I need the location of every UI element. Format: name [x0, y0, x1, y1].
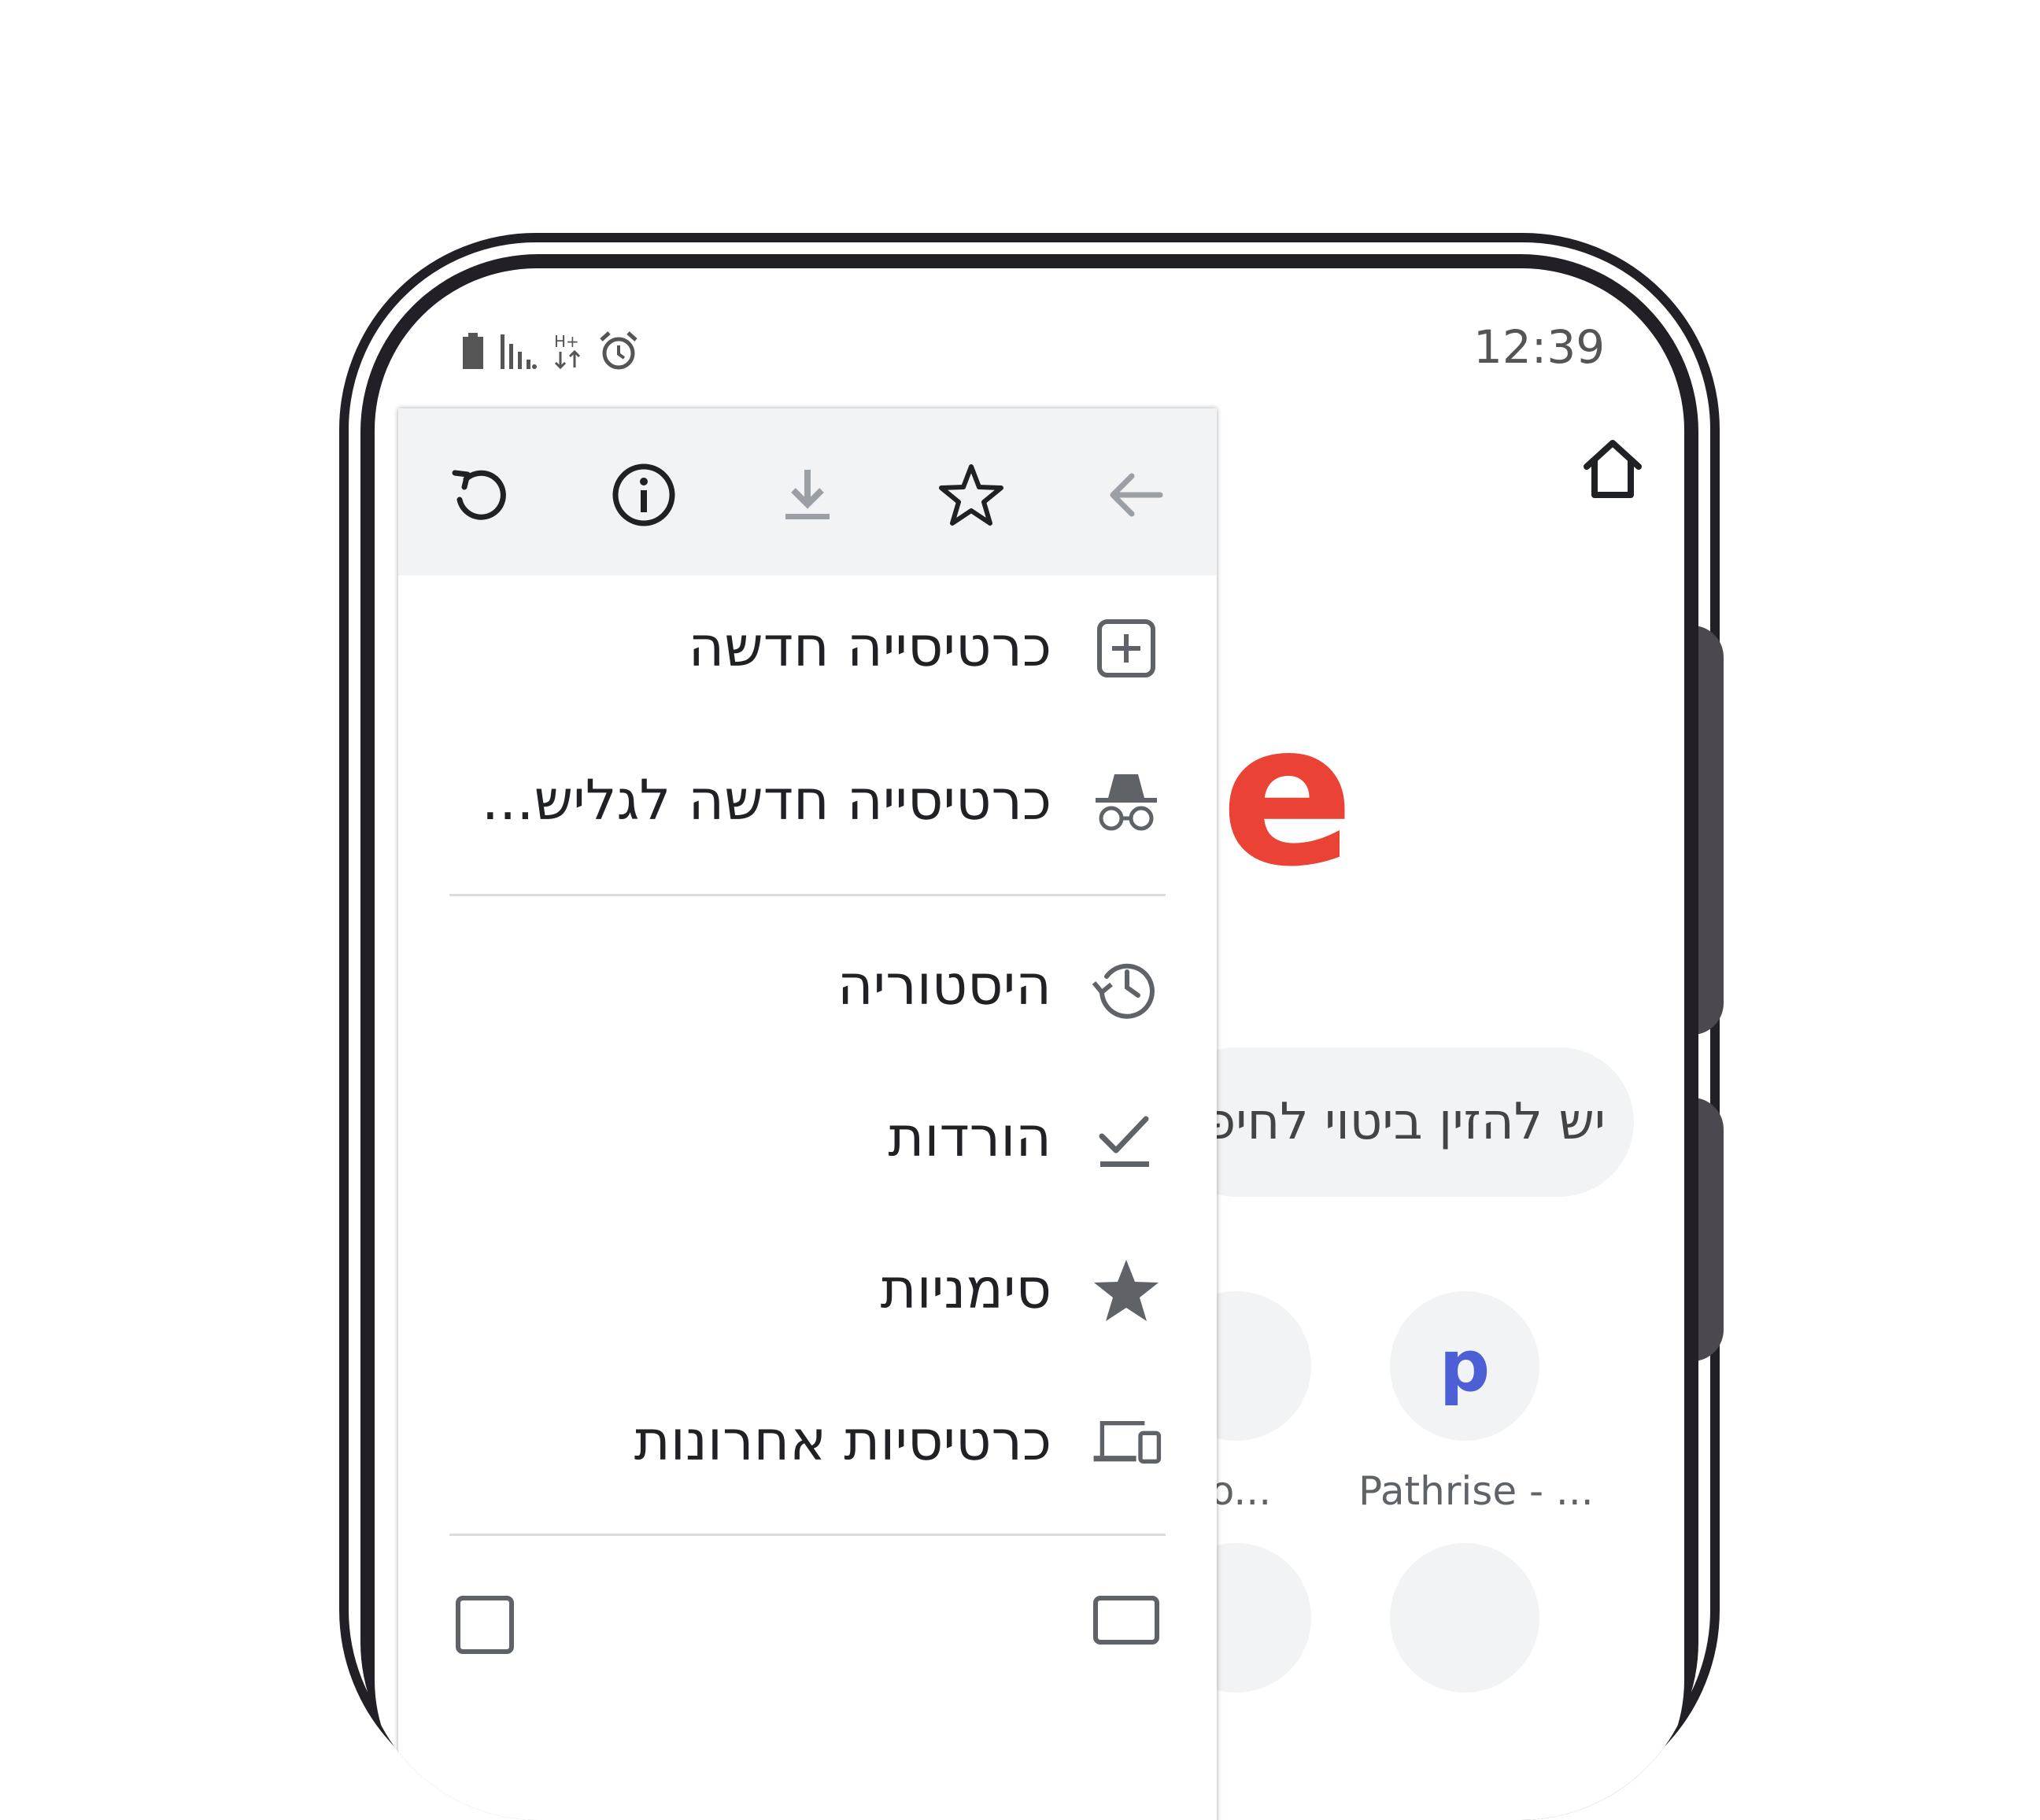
reload-button[interactable]	[447, 462, 513, 528]
menu-item-downloads[interactable]: הורדות	[398, 1080, 1217, 1198]
menu-item-label: כרטיסייה חדשה	[688, 615, 1051, 679]
menu-divider	[449, 894, 1166, 896]
shortcut-tile-4[interactable]	[1390, 1543, 1539, 1693]
status-icons: H+	[461, 327, 639, 375]
menu-item-bookmarks[interactable]: סימניות	[398, 1231, 1217, 1349]
download-icon	[785, 470, 830, 519]
menu-item-recent-tabs[interactable]: כרטיסיות אחרונות	[398, 1383, 1217, 1501]
menu-item-label: כרטיסייה חדשה לגליש...	[481, 768, 1051, 832]
page-info-button[interactable]	[611, 462, 677, 528]
alarm-icon	[600, 331, 638, 370]
menu-item-new-tab[interactable]: כרטיסייה חדשה	[398, 589, 1217, 707]
download-page-button[interactable]	[774, 462, 841, 528]
menu-item-label: הורדות	[888, 1105, 1051, 1169]
data-icon: H+	[554, 332, 581, 370]
menu-item-label: סימניות	[880, 1257, 1051, 1321]
menu-item-history[interactable]: היסטוריה	[398, 928, 1217, 1046]
menu-item-partial[interactable]	[398, 1573, 1217, 1691]
checkbox-icon	[456, 1596, 514, 1654]
phone-body: H+ 12:39 e יש להזין ביטוי לחיפ ho... p P…	[360, 254, 1698, 1820]
reload-icon	[452, 470, 506, 520]
shortcut-letter-pathrise: p	[1439, 1324, 1491, 1408]
back-icon	[1110, 473, 1163, 517]
screen: H+ 12:39 e יש להזין ביטוי לחיפ ho... p P…	[375, 268, 1684, 1820]
status-time: 12:39	[1473, 320, 1606, 374]
search-placeholder: יש להזין ביטוי לחיפ	[1204, 1093, 1606, 1151]
battery-icon	[463, 333, 483, 369]
new-tab-icon	[1091, 613, 1162, 684]
google-logo-fragment: e	[1221, 681, 1354, 910]
incognito-icon	[1091, 766, 1162, 837]
search-box[interactable]: יש להזין ביטוי לחיפ	[1162, 1047, 1634, 1197]
overflow-menu: כרטיסייה חדשה כרטיסייה חדשה לגליש... היס…	[398, 408, 1217, 1820]
menu-divider	[449, 1534, 1166, 1536]
menu-action-bar	[398, 408, 1217, 575]
star-icon	[939, 464, 1003, 526]
menu-item-new-incognito-tab[interactable]: כרטיסייה חדשה לגליש...	[398, 743, 1217, 861]
back-button[interactable]	[1102, 462, 1168, 528]
shortcut-label-pathrise: Pathrise - ...	[1358, 1468, 1594, 1514]
downloads-icon	[1091, 1103, 1162, 1174]
bookmarks-icon	[1091, 1255, 1162, 1326]
history-icon	[1091, 951, 1162, 1022]
home-button[interactable]	[1577, 434, 1648, 504]
info-icon	[612, 463, 675, 526]
desktop-site-icon	[1093, 1596, 1159, 1645]
menu-item-label: היסטוריה	[837, 953, 1051, 1017]
recent-tabs-icon	[1091, 1407, 1162, 1478]
menu-item-label: כרטיסיות אחרונות	[634, 1408, 1051, 1473]
bookmark-star-button[interactable]	[938, 462, 1004, 528]
signal-icon	[501, 334, 537, 369]
svg-text:H+: H+	[554, 332, 579, 351]
home-icon	[1584, 440, 1642, 498]
